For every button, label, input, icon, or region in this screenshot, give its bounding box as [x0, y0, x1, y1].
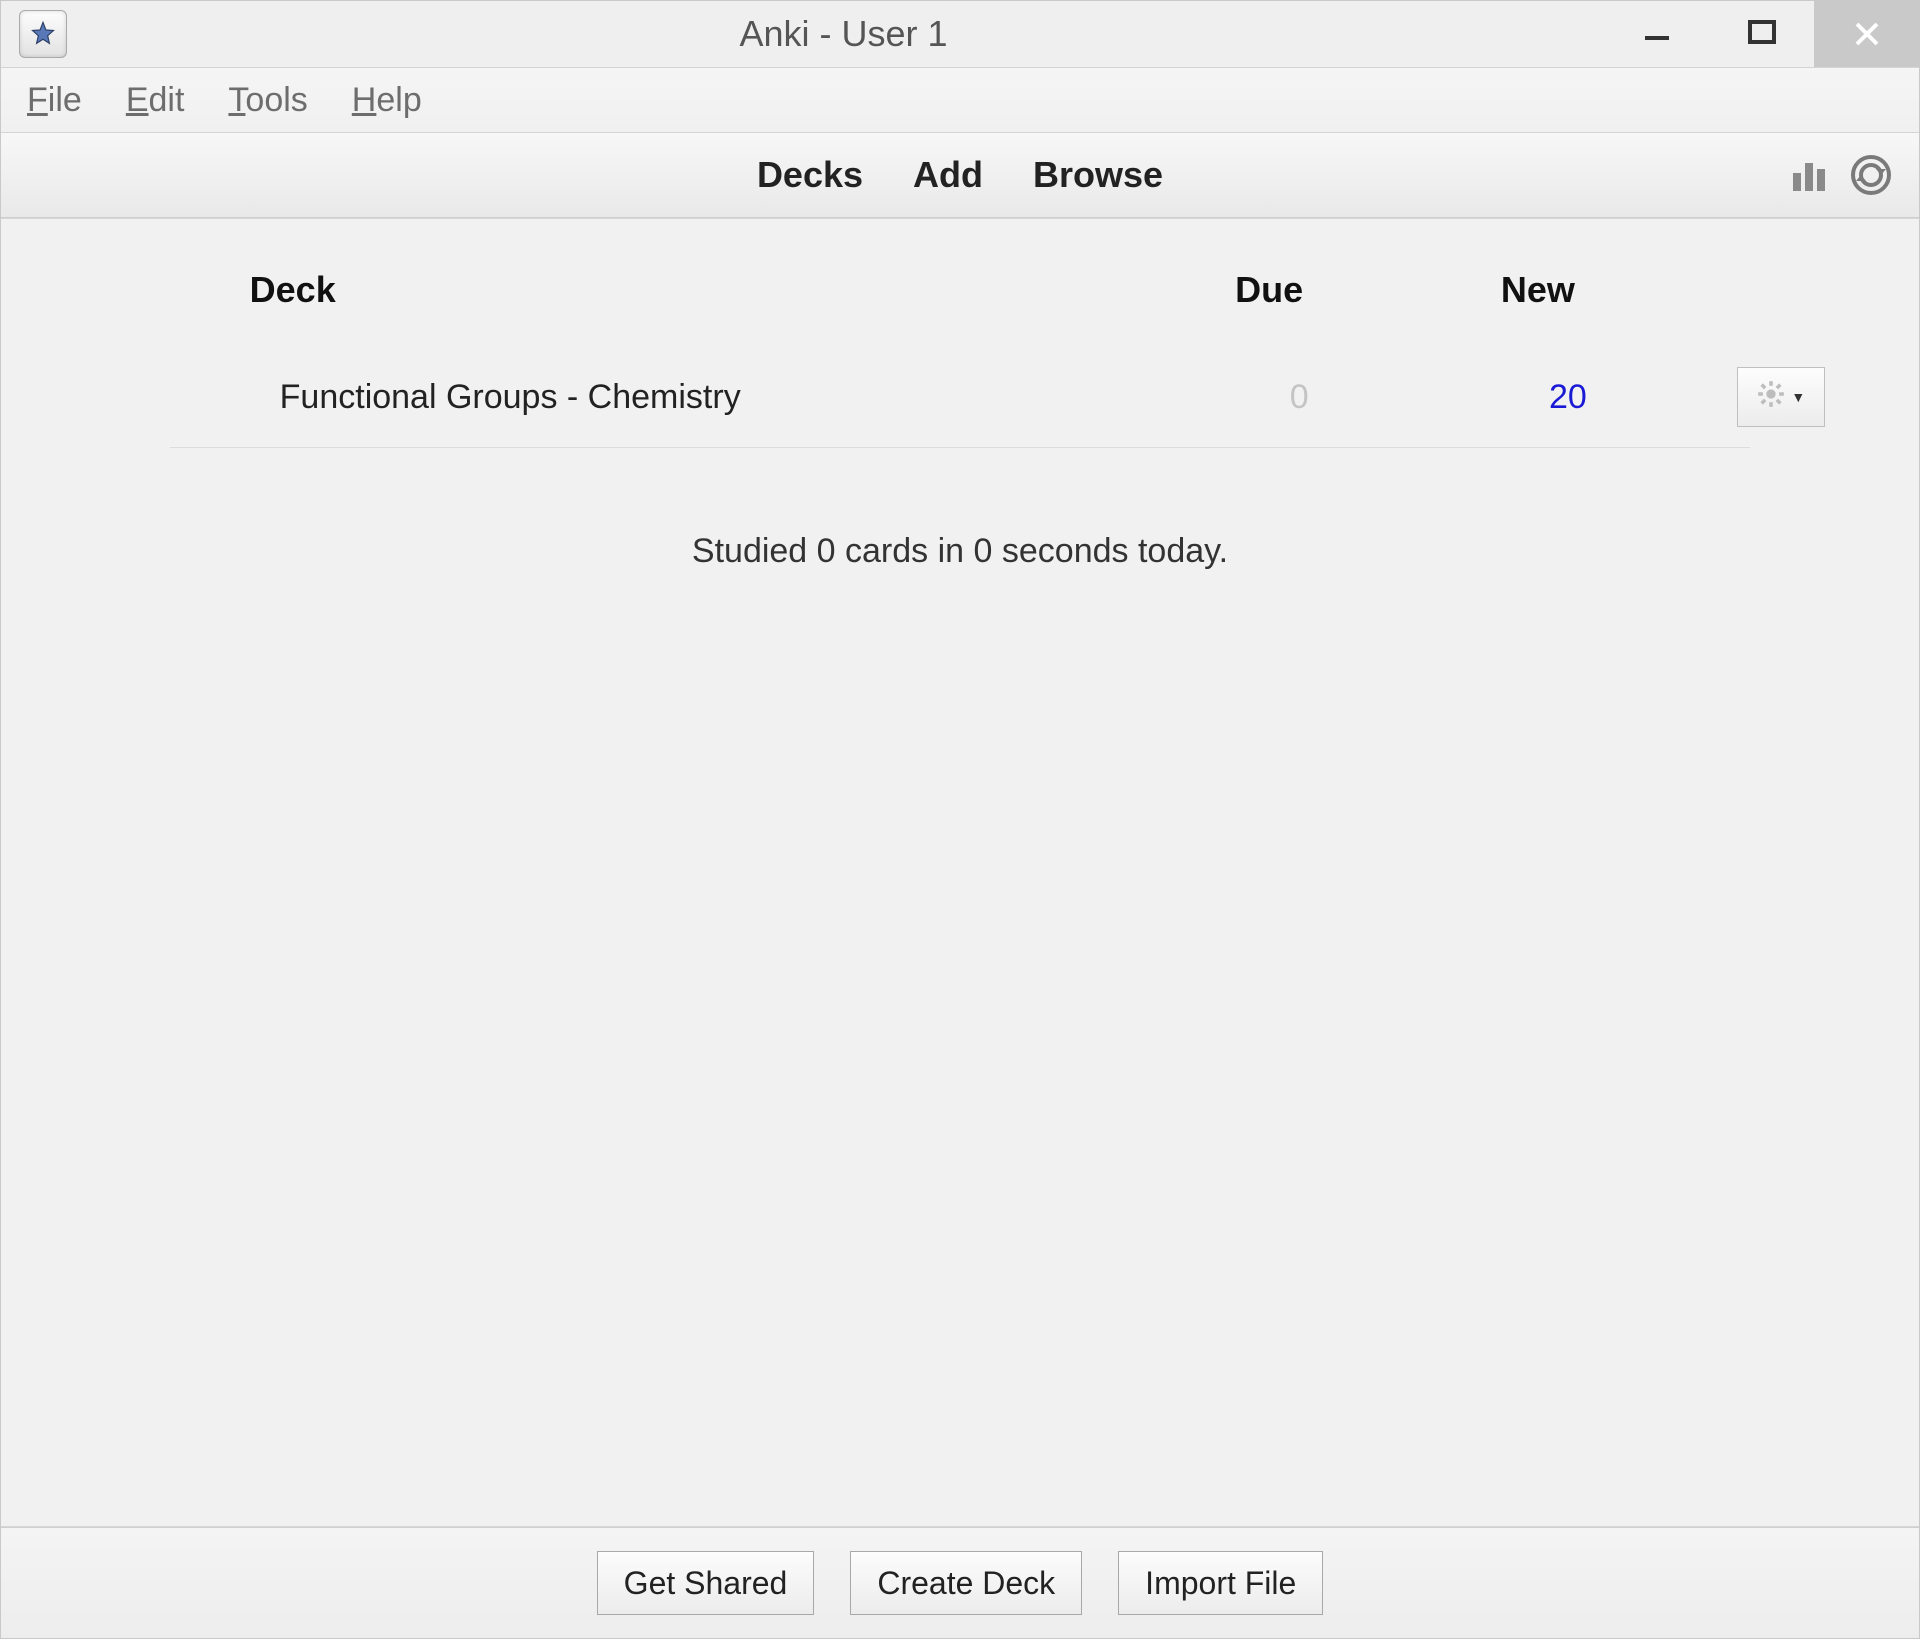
stats-icon[interactable]: [1785, 151, 1833, 199]
main-content: Deck Due New Functional Groups - Chemist…: [1, 218, 1919, 1527]
chevron-down-icon: ▼: [1791, 389, 1805, 405]
menu-file[interactable]: File: [27, 81, 82, 120]
nav-add[interactable]: Add: [913, 154, 983, 196]
maximize-button[interactable]: [1709, 1, 1814, 67]
deck-name[interactable]: Functional Groups - Chemistry: [170, 378, 1165, 417]
get-shared-button[interactable]: Get Shared: [597, 1551, 815, 1615]
app-icon: [19, 10, 67, 58]
gear-icon: [1757, 378, 1785, 417]
deck-list-headers: Deck Due New: [170, 249, 1751, 347]
menu-help[interactable]: Help: [352, 81, 422, 120]
header-new: New: [1404, 269, 1673, 311]
titlebar: Anki - User 1: [1, 1, 1919, 67]
deck-row[interactable]: Functional Groups - Chemistry 0 20: [170, 347, 1751, 448]
main-toolbar: Decks Add Browse: [1, 133, 1919, 218]
study-status-text: Studied 0 cards in 0 seconds today.: [170, 532, 1751, 571]
header-deck: Deck: [170, 269, 1135, 311]
import-file-button[interactable]: Import File: [1118, 1551, 1323, 1615]
minimize-button[interactable]: [1604, 1, 1709, 67]
app-window: Anki - User 1 File Edit Tools Help Dec: [0, 0, 1920, 1639]
bottom-bar: Get Shared Create Deck Import File: [1, 1527, 1919, 1638]
window-controls: [1604, 1, 1919, 67]
menu-edit[interactable]: Edit: [126, 81, 185, 120]
nav-browse[interactable]: Browse: [1033, 154, 1163, 196]
deck-new-count: 20: [1434, 378, 1703, 417]
deck-options-button[interactable]: ▼: [1737, 367, 1825, 427]
sync-icon[interactable]: [1847, 151, 1895, 199]
deck-due-count: 0: [1165, 378, 1434, 417]
menubar: File Edit Tools Help: [1, 67, 1919, 133]
nav-decks[interactable]: Decks: [757, 154, 863, 196]
header-due: Due: [1135, 269, 1404, 311]
close-button[interactable]: [1814, 1, 1919, 67]
create-deck-button[interactable]: Create Deck: [850, 1551, 1082, 1615]
menu-tools[interactable]: Tools: [228, 81, 307, 120]
deck-area: Deck Due New Functional Groups - Chemist…: [170, 249, 1751, 571]
window-title: Anki - User 1: [739, 13, 947, 54]
